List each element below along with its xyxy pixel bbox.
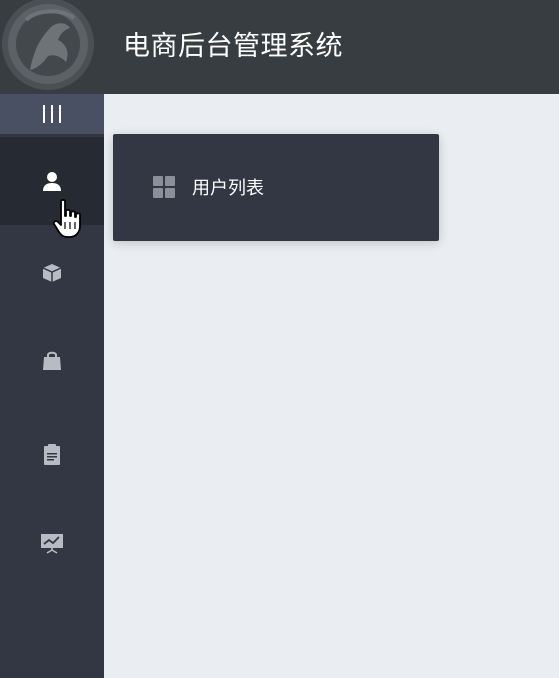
sidebar-item-orders[interactable]	[0, 317, 104, 405]
submenu-item-user-list[interactable]: 用户列表	[113, 162, 439, 212]
sidebar-item-products[interactable]	[0, 229, 104, 317]
sidebar-item-statistics[interactable]	[0, 499, 104, 587]
sidebar-item-reports[interactable]	[0, 410, 104, 498]
submenu-popup: 用户列表	[113, 134, 439, 241]
box-icon	[42, 264, 62, 282]
logo-icon	[0, 0, 104, 94]
sidebar-item-users[interactable]	[0, 137, 104, 225]
menu-bars-icon	[43, 105, 61, 123]
shopping-bag-icon	[43, 351, 61, 370]
clipboard-icon	[44, 444, 60, 465]
grid-icon	[153, 176, 175, 198]
app-header: 电商后台管理系统	[0, 0, 559, 94]
chart-presentation-icon	[41, 534, 63, 554]
submenu-item-label: 用户列表	[192, 178, 264, 199]
sidebar-toggle-button[interactable]	[0, 94, 104, 134]
sidebar	[0, 94, 104, 678]
user-icon	[43, 172, 61, 191]
app-title: 电商后台管理系统	[123, 31, 343, 62]
